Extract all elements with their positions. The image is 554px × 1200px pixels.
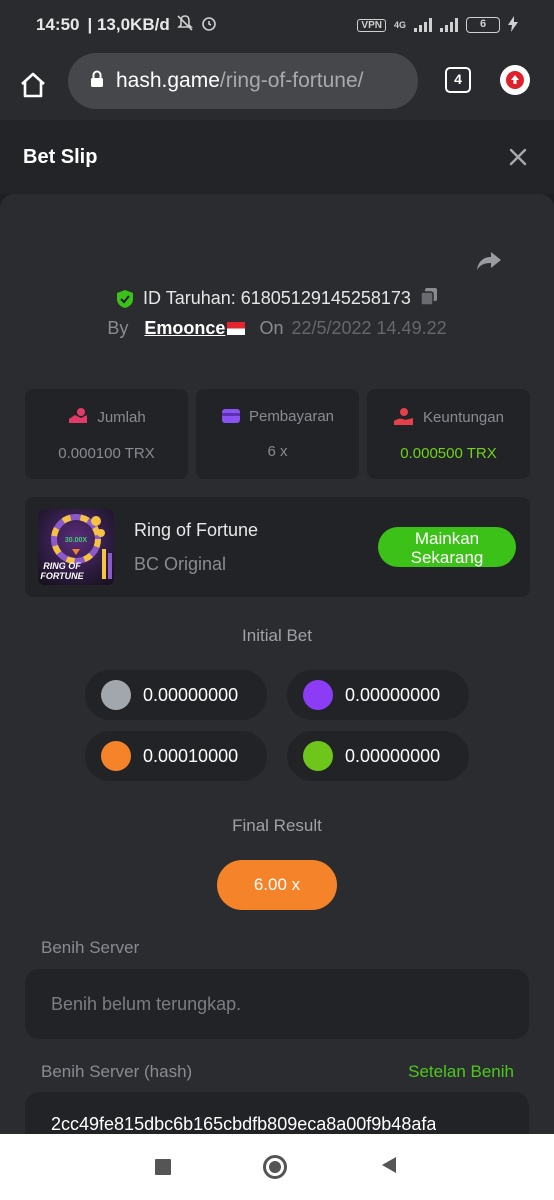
- close-button[interactable]: [505, 144, 531, 170]
- back-button[interactable]: [379, 1155, 399, 1180]
- bet-stats: Jumlah 0.000100 TRX Pembayaran 6 x Keunt…: [25, 389, 530, 479]
- server-seed-placeholder: Benih belum terungkap.: [51, 993, 242, 1014]
- stat-label: Keuntungan: [423, 408, 504, 426]
- system-nav-bar: [0, 1134, 554, 1200]
- stat-value: 0.000500 TRX: [400, 445, 497, 462]
- game-card[interactable]: 30.00X RING OF FORTUNE Ring of Fortune B…: [25, 497, 530, 597]
- chip-dot-icon: [303, 741, 333, 771]
- signal-icon: [414, 18, 432, 32]
- bet-detail-panel: ID Taruhan: 61805129145258173 By Emoonce…: [0, 194, 554, 1134]
- home-icon: [21, 72, 45, 98]
- server-seed-label: Benih Server: [41, 938, 140, 957]
- page-title: Bet Slip: [23, 145, 98, 168]
- play-label-line1: Mainkan: [414, 529, 480, 548]
- alarm-icon: [200, 14, 218, 37]
- network-type: 4G: [393, 20, 406, 30]
- thumb-title-2: FORTUNE: [40, 571, 84, 581]
- copy-icon: [420, 288, 437, 306]
- wallet-icon: [221, 409, 240, 423]
- on-label: On: [259, 318, 284, 338]
- server-seed-hash-label: Benih Server (hash): [41, 1062, 193, 1081]
- play-label-line2: Sekarang: [410, 548, 484, 567]
- seed-settings-link[interactable]: Setelan Benih: [408, 1062, 514, 1082]
- stat-profit: Keuntungan 0.000500 TRX: [367, 389, 530, 479]
- upload-icon: [506, 71, 524, 89]
- share-button[interactable]: [474, 246, 504, 276]
- stat-value: 0.000100 TRX: [58, 445, 155, 462]
- bet-slip-header: Bet Slip: [0, 120, 554, 194]
- charging-icon: [508, 15, 518, 35]
- stat-label: Pembayaran: [248, 407, 335, 425]
- signal-icon-2: [440, 18, 458, 32]
- stat-value: 6 x: [267, 443, 288, 460]
- share-icon: [477, 252, 501, 270]
- initial-bet-chip: 0.00010000: [85, 731, 267, 781]
- game-name: Ring of Fortune: [134, 520, 259, 540]
- stat-label: Jumlah: [97, 408, 146, 426]
- game-thumbnail: 30.00X RING OF FORTUNE: [38, 509, 114, 585]
- home-nav-button[interactable]: [263, 1155, 287, 1179]
- verified-shield-icon: [115, 289, 135, 309]
- bet-id-row: ID Taruhan: 61805129145258173: [0, 286, 554, 311]
- url-domain: hash.game: [116, 69, 220, 92]
- back-icon: [382, 1156, 396, 1173]
- final-result-label: Final Result: [232, 816, 322, 835]
- server-seed-hash-value: 2cc49fe815dbc6b165cbdfb809eca8a00f9b48af…: [51, 1114, 437, 1134]
- vpn-badge: VPN: [357, 18, 386, 32]
- by-label: By: [107, 318, 129, 338]
- thumb-multiplier: 30.00X: [65, 537, 88, 544]
- net-speed: | 13,0KB/d: [87, 15, 170, 34]
- initial-bet-label: Initial Bet: [242, 626, 312, 645]
- chip-value: 0.00000000: [143, 684, 239, 705]
- play-now-button[interactable]: Mainkan Sekarang: [378, 527, 516, 567]
- initial-bet-chip: 0.00000000: [287, 670, 469, 720]
- url-path: /ring-of-fortune/: [219, 69, 364, 92]
- final-result-badge: 6.00 x: [217, 860, 337, 910]
- home-button[interactable]: [0, 50, 66, 120]
- status-bar: 14:50 | 13,0KB/d VPN 4G 6: [0, 0, 554, 50]
- copy-button[interactable]: [419, 286, 439, 311]
- bet-id: ID Taruhan: 61805129145258173: [143, 288, 411, 308]
- close-icon: [509, 148, 527, 166]
- stat-payout: Pembayaran 6 x: [196, 389, 359, 479]
- thumb-title-1: RING OF: [43, 561, 81, 571]
- browser-bar: hash.game/ring-of-fortune/ 4: [0, 50, 554, 120]
- profit-hand-icon: [394, 408, 414, 425]
- chip-dot-icon: [101, 680, 131, 710]
- tab-switcher-button[interactable]: 4: [445, 67, 471, 93]
- bet-date: 22/5/2022 14.49.22: [291, 318, 447, 338]
- server-seed-field[interactable]: Benih belum terungkap.: [25, 969, 529, 1039]
- initial-bet-chip: 0.00000000: [85, 670, 267, 720]
- bet-amount-icon: [69, 408, 88, 423]
- lock-icon: [90, 70, 104, 93]
- extension-button[interactable]: [500, 65, 530, 95]
- game-provider: BC Original: [134, 554, 227, 574]
- chip-value: 0.00000000: [345, 745, 441, 766]
- chip-dot-icon: [101, 741, 131, 771]
- mute-icon: [176, 14, 194, 37]
- chip-value: 0.00000000: [345, 684, 441, 705]
- bet-author-row: By Emoonce On 22/5/2022 14.49.22: [0, 318, 554, 339]
- server-seed-hash-field[interactable]: 2cc49fe815dbc6b165cbdfb809eca8a00f9b48af…: [25, 1092, 529, 1134]
- battery-icon: 6: [466, 17, 500, 33]
- url-bar[interactable]: hash.game/ring-of-fortune/: [68, 53, 418, 109]
- user-link[interactable]: Emoonce: [144, 318, 225, 339]
- chip-dot-icon: [303, 680, 333, 710]
- chip-value: 0.00010000: [143, 745, 239, 766]
- recents-button[interactable]: [155, 1159, 171, 1175]
- status-time: 14:50: [36, 15, 80, 34]
- stat-amount: Jumlah 0.000100 TRX: [25, 389, 188, 479]
- indonesia-flag-icon: [227, 322, 246, 335]
- initial-bet-chip: 0.00000000: [287, 731, 469, 781]
